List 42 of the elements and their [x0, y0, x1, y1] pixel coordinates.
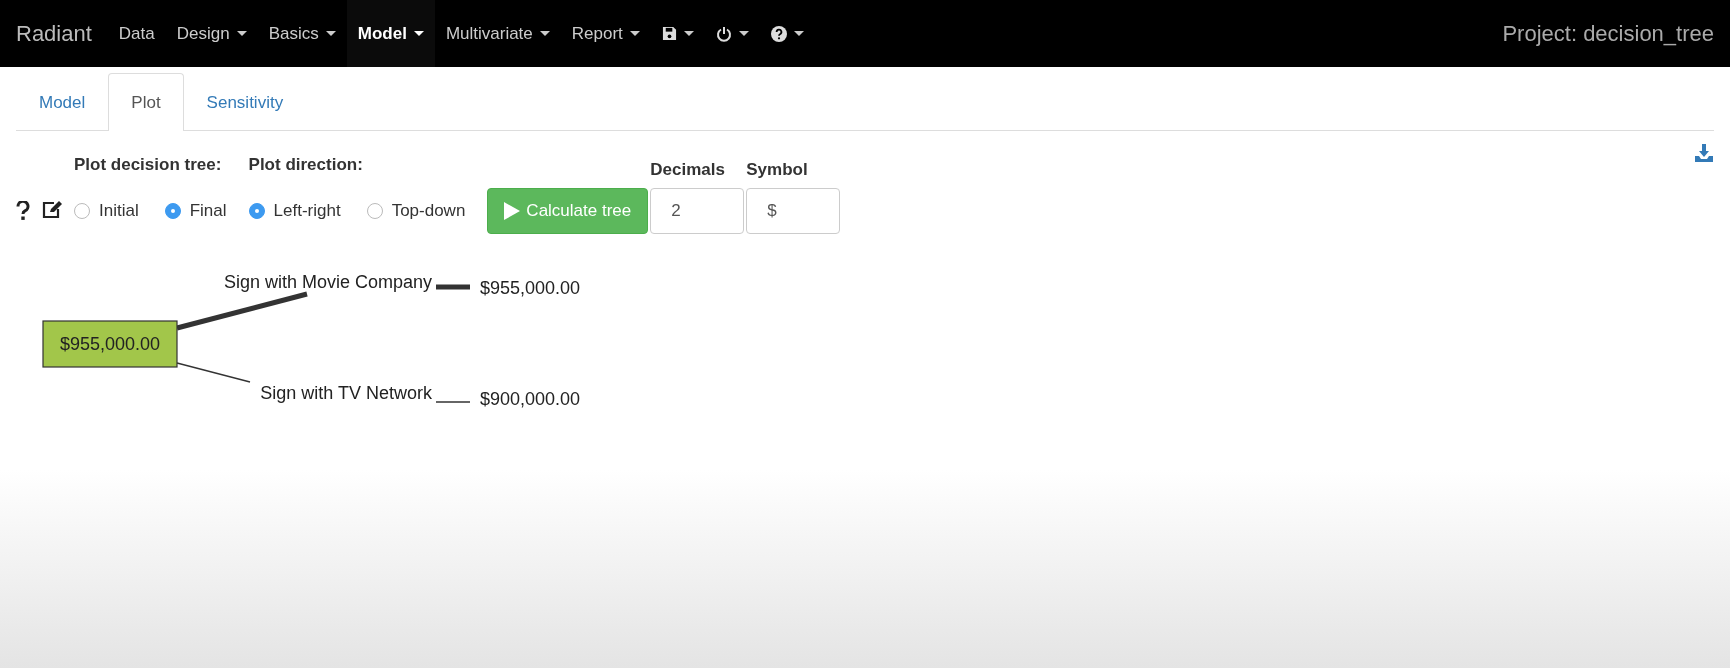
tab[interactable]: Sensitivity	[183, 73, 307, 131]
radio-button[interactable]	[74, 203, 90, 219]
tab[interactable]: Plot	[108, 73, 184, 131]
group-label: Plot decision tree:	[74, 155, 223, 175]
radio-button[interactable]	[366, 203, 383, 219]
payoff-value: $955,000.00	[480, 278, 581, 298]
tab[interactable]: Model	[16, 73, 109, 131]
branch-label: Sign with Movie Company	[223, 272, 432, 292]
caret-icon	[793, 31, 804, 36]
branch-line	[435, 401, 471, 403]
nav-menu[interactable]: Report	[560, 0, 651, 67]
nav-menu[interactable]: Model	[346, 0, 435, 67]
nav-menu[interactable]: Basics	[257, 0, 347, 67]
branch-line	[436, 284, 470, 290]
radio-button[interactable]	[164, 203, 181, 219]
nav-menu[interactable]: Data	[107, 0, 166, 67]
nav-menu[interactable]: Multivariate	[434, 0, 561, 67]
radio-option[interactable]: Left-right	[248, 201, 341, 221]
power-icon	[715, 25, 732, 42]
project-title: Project: decision_tree	[1502, 20, 1714, 47]
caret-icon	[738, 31, 749, 36]
edit-icon[interactable]	[42, 201, 62, 219]
field-label: Decimals	[650, 160, 726, 180]
payoff-value: $900,000.00	[480, 389, 581, 409]
field-label: Symbol	[746, 160, 809, 180]
play-icon	[504, 202, 521, 220]
group-label: Plot direction:	[248, 155, 364, 175]
radio-option[interactable]: Top-down	[366, 201, 466, 221]
node-value: $955,000.00	[59, 334, 161, 354]
branch-label: Sign with TV Network	[260, 383, 432, 403]
input-field[interactable]: 2	[650, 188, 745, 234]
save-icon	[661, 26, 677, 41]
help-icon	[770, 25, 787, 42]
nav-menu[interactable]: Design	[165, 0, 258, 67]
input-field[interactable]: $	[746, 188, 841, 234]
radio-option[interactable]: Initial	[74, 201, 139, 221]
radio-button[interactable]	[248, 203, 265, 219]
caret-icon	[683, 31, 694, 36]
brand-name[interactable]: Radiant	[16, 20, 92, 47]
radio-option[interactable]: Final	[164, 201, 227, 221]
help-icon[interactable]	[16, 201, 30, 221]
download-icon[interactable]	[1694, 143, 1714, 163]
